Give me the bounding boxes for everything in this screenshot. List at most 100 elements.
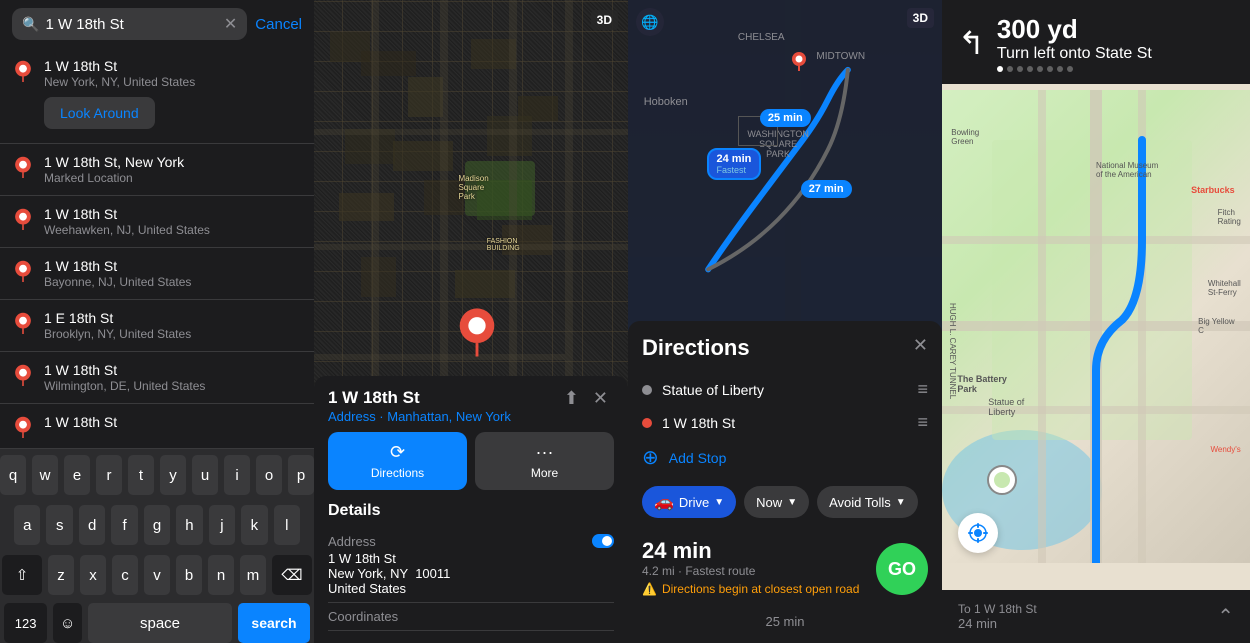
keyboard: q w e r t y u i o p a s d f g h j k l ⇧ … [0,449,314,643]
origin-handle-icon[interactable]: ≡ [917,379,928,400]
search-query: 1 W 18th St [45,16,217,33]
key-q[interactable]: q [0,455,26,495]
coordinates-detail-row: Coordinates [328,603,614,631]
key-o[interactable]: o [256,455,282,495]
hoboken-label: Hoboken [644,96,688,108]
result-text-3: 1 W 18th St Bayonne, NJ, United States [44,258,302,289]
key-m[interactable]: m [240,555,266,595]
directions-3d-button[interactable]: 3D [907,8,934,28]
key-t[interactable]: t [128,455,154,495]
key-x[interactable]: x [80,555,106,595]
dest-handle-icon[interactable]: ≡ [917,412,928,433]
directions-close-button[interactable]: ✕ [913,335,928,356]
time-pill[interactable]: Now ▼ [744,486,809,518]
key-g[interactable]: g [144,505,170,545]
search-result-4[interactable]: 1 E 18th St Brooklyn, NY, United States [0,300,314,352]
go-button[interactable]: GO [876,543,928,595]
directions-icon: ⟳ [390,442,405,463]
share-button[interactable]: ⬆ [558,388,585,409]
search-result-2[interactable]: 1 W 18th St Weehawken, NJ, United States [0,196,314,248]
location-pin-icon-4 [12,312,34,334]
key-c[interactable]: c [112,555,138,595]
nav-dot-7 [1057,66,1063,72]
key-z[interactable]: z [48,555,74,595]
key-n[interactable]: n [208,555,234,595]
key-d[interactable]: d [79,505,105,545]
result-title-4: 1 E 18th St [44,310,302,326]
card-buttons: ⟳ Directions ··· More [328,432,614,490]
search-result-6[interactable]: 1 W 18th St [0,404,314,449]
drive-pill[interactable]: 🚗 Drive ▼ [642,486,736,518]
key-r[interactable]: r [96,455,122,495]
key-s[interactable]: s [46,505,72,545]
key-w[interactable]: w [32,455,58,495]
result-subtitle-0: New York, NY, United States [44,75,195,89]
coordinates-label: Coordinates [328,609,398,624]
address-toggle[interactable] [592,534,614,548]
result-subtitle-2: Weehawken, NJ, United States [44,223,302,237]
clear-search-button[interactable]: ✕ [224,14,237,34]
close-card-button[interactable]: ✕ [587,388,614,409]
search-submit-key[interactable]: search [238,603,310,643]
key-e[interactable]: e [64,455,90,495]
nav-expand-button[interactable]: ⌃ [1217,604,1234,629]
key-f[interactable]: f [111,505,137,545]
route-badge-25[interactable]: 25 min [760,109,811,127]
key-i[interactable]: i [224,455,250,495]
location-pin-icon-3 [12,260,34,282]
directions-button[interactable]: ⟳ Directions [328,432,467,490]
drive-arrow-icon: ▼ [714,497,724,508]
drive-icon: 🚗 [654,492,674,512]
directions-info-panel: Directions ✕ Statue of Liberty ≡ 1 W 18t… [628,321,942,643]
key-l[interactable]: l [274,505,300,545]
key-shift[interactable]: ⇧ [2,555,42,595]
key-p[interactable]: p [288,455,314,495]
key-y[interactable]: y [160,455,186,495]
location-pin-icon-0 [12,60,34,82]
route-result: 24 min 4.2 mi · Fastest route ⚠️ Directi… [642,528,928,610]
route-badge-fastest[interactable]: 27 min [801,180,852,198]
result-text-4: 1 E 18th St Brooklyn, NY, United States [44,310,302,341]
address-label: Address 1 W 18th StNew York, NY 10011Uni… [328,534,450,596]
location-info-card: 1 W 18th St Address · Manhattan, New Yor… [314,376,628,643]
search-result-1[interactable]: 1 W 18th St, New York Marked Location [0,144,314,196]
waypoint-origin-row: Statue of Liberty ≡ [642,373,928,406]
drive-label: Drive [679,495,709,510]
route-badge-27-time: 27 min [809,183,844,195]
key-j[interactable]: j [209,505,235,545]
nav-location-button[interactable] [958,513,998,553]
search-bar[interactable]: 🔍 1 W 18th St ✕ [12,8,247,40]
key-h[interactable]: h [176,505,202,545]
info-card-subtitle: Address · Manhattan, New York [328,409,511,424]
add-stop-row[interactable]: ⊕ Add Stop [642,439,928,476]
more-button[interactable]: ··· More [475,432,614,490]
key-v[interactable]: v [144,555,170,595]
key-u[interactable]: u [192,455,218,495]
whitehall-label: WhitehallSt-Ferry [1208,279,1241,297]
starbucks-label: Starbucks [1191,185,1235,195]
fitch-rating-label: FitchRating [1218,208,1241,226]
3d-button[interactable]: 3D [591,10,618,30]
look-around-button[interactable]: Look Around [44,97,155,129]
search-bar-container: 🔍 1 W 18th St ✕ Cancel [0,0,314,48]
nav-dot-2 [1007,66,1013,72]
key-space[interactable]: space [88,603,232,643]
cancel-button[interactable]: Cancel [255,16,302,33]
time-label: Now [756,495,782,510]
key-k[interactable]: k [241,505,267,545]
directions-globe-button[interactable]: 🌐 [636,8,664,36]
key-123[interactable]: 123 [4,603,47,643]
nav-dot-8 [1067,66,1073,72]
tolls-pill[interactable]: Avoid Tolls ▼ [817,486,918,518]
key-emoji[interactable]: ☺ [53,603,82,643]
route-badge-24-fastest[interactable]: 24 min Fastest [707,148,762,180]
search-result-5[interactable]: 1 W 18th St Wilmington, DE, United State… [0,352,314,404]
key-b[interactable]: b [176,555,202,595]
key-a[interactable]: a [14,505,40,545]
result-subtitle-1: Marked Location [44,171,302,185]
search-result-3[interactable]: 1 W 18th St Bayonne, NJ, United States [0,248,314,300]
route-info: 24 min 4.2 mi · Fastest route ⚠️ Directi… [642,538,859,600]
result-subtitle-3: Bayonne, NJ, United States [44,275,302,289]
key-backspace[interactable]: ⌫ [272,555,312,595]
search-result-0[interactable]: 1 W 18th St New York, NY, United States … [0,48,314,144]
